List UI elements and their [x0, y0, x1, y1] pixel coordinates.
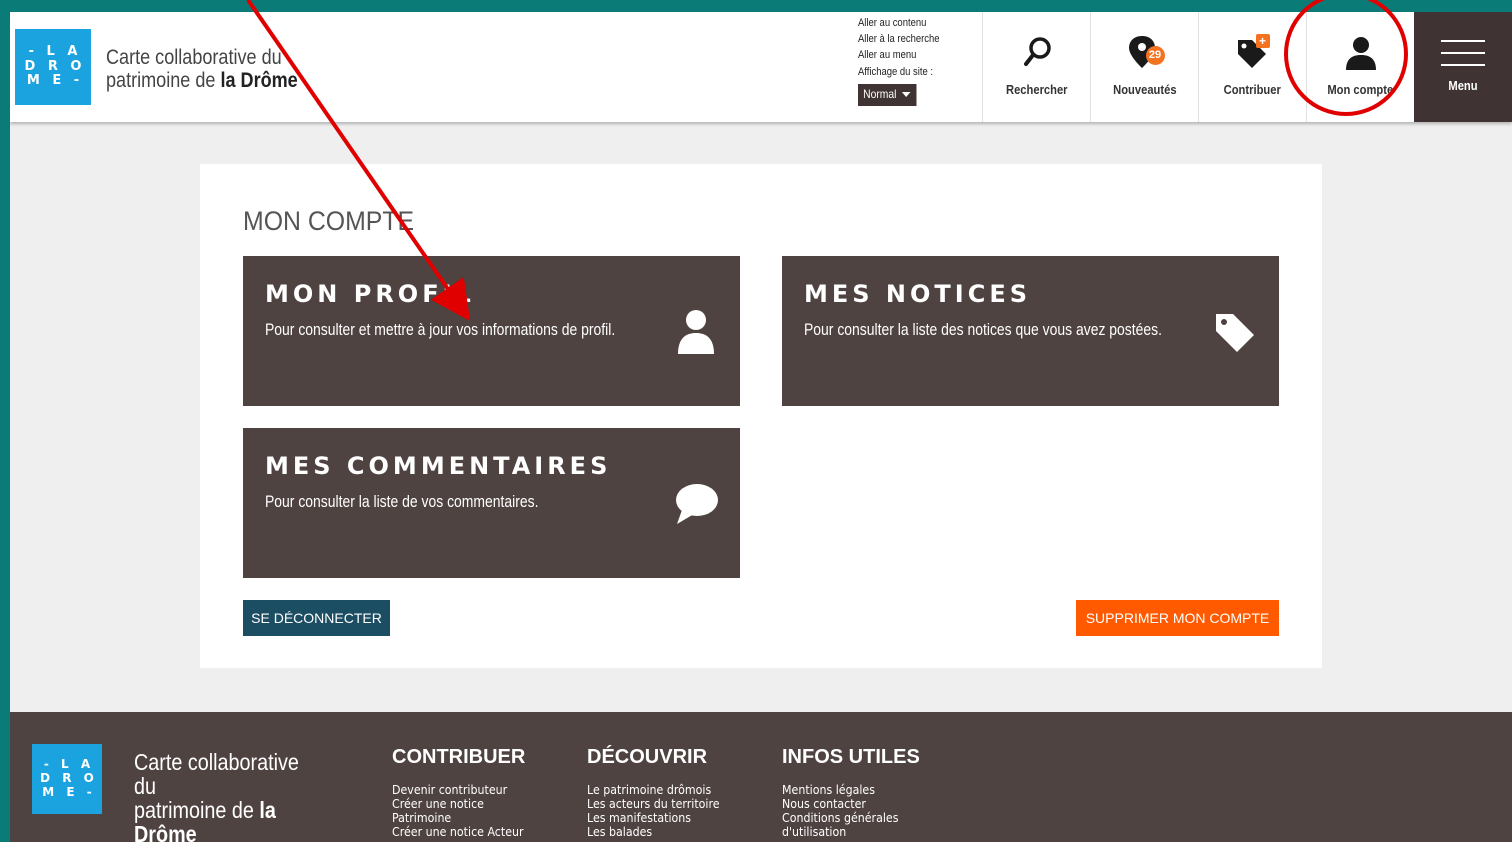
footer-link[interactable]: Les balades — [587, 825, 720, 839]
footer-logo[interactable]: - L A D R O M E - — [32, 744, 102, 814]
footer-link[interactable]: d'utilisation — [782, 825, 909, 839]
tile-description: Pour consulter la liste de vos commentai… — [265, 492, 539, 511]
logo-line: M E - — [26, 73, 84, 89]
site-logo[interactable]: - L A D R O M E - — [15, 29, 91, 105]
nav-account-label: Mon compte — [1327, 82, 1394, 97]
site-title-line1: Carte collaborative du — [106, 46, 282, 69]
footer-site-title: Carte collaborative du patrimoine de la … — [134, 750, 306, 842]
nav-contribute-button[interactable]: + Contribuer — [1198, 12, 1306, 122]
tile-my-profile[interactable]: MON PROFIL Pour consulter et mettre à jo… — [243, 256, 740, 406]
footer-column-heading: INFOS UTILES — [782, 746, 920, 768]
news-count-badge: 29 — [1145, 46, 1165, 65]
tile-title: MES NOTICES — [804, 280, 1031, 308]
footer-link[interactable]: Créer une notice Acteur — [392, 825, 524, 839]
display-mode-select[interactable]: Normal — [858, 84, 917, 106]
plus-icon: + — [1255, 34, 1270, 48]
nav-news-button[interactable]: 29 Nouveautés — [1090, 12, 1198, 122]
nav-menu-label: Menu — [1448, 78, 1478, 93]
footer-link[interactable]: Mentions légales — [782, 783, 909, 797]
tile-description: Pour consulter et mettre à jour vos info… — [265, 320, 616, 339]
logo-line: D R O — [40, 771, 98, 786]
caret-down-icon — [901, 92, 911, 98]
account-card: MON COMPTE MON PROFIL Pour consulter et … — [200, 164, 1322, 668]
delete-account-button[interactable]: SUPPRIMER MON COMPTE — [1076, 600, 1279, 636]
footer-column-contribute: CONTRIBUER Devenir contributeur Créer un… — [392, 746, 535, 839]
footer-title-prefix: patrimoine de — [134, 797, 260, 823]
skip-links: Aller au contenu Aller à la recherche Al… — [858, 16, 940, 108]
logo-line: - L A — [28, 43, 82, 59]
footer-column-info: INFOS UTILES Mentions légales Nous conta… — [782, 746, 920, 839]
nav-news-label: Nouveautés — [1112, 82, 1177, 97]
footer-title-line2: patrimoine de la — [134, 798, 306, 822]
site-footer: - L A D R O M E - Carte collaborative du… — [10, 712, 1512, 842]
display-mode-value: Normal — [863, 87, 897, 101]
nav-search-button[interactable]: Rechercher — [982, 12, 1090, 122]
footer-link[interactable]: Créer une notice — [392, 797, 524, 811]
footer-title-bold-line3: Drôme — [134, 821, 197, 842]
tile-title: MON PROFIL — [265, 280, 475, 308]
footer-link[interactable]: Les acteurs du territoire — [587, 797, 720, 811]
nav-contribute-label: Contribuer — [1223, 82, 1282, 97]
map-pin-icon: 29 — [1120, 34, 1170, 74]
footer-link[interactable]: Les manifestations — [587, 811, 720, 825]
tile-my-comments[interactable]: MES COMMENTAIRES Pour consulter la liste… — [243, 428, 740, 578]
footer-link[interactable]: Conditions générales — [782, 811, 909, 825]
user-icon — [1336, 34, 1386, 74]
page-viewport: - L A D R O M E - Carte collaborative du… — [10, 12, 1512, 842]
footer-column-heading: CONTRIBUER — [392, 746, 526, 768]
logo-line: - L A — [43, 757, 95, 772]
hamburger-icon — [1441, 40, 1485, 76]
footer-title-line1: Carte collaborative du — [134, 749, 299, 799]
site-title[interactable]: Carte collaborative du patrimoine de la … — [106, 46, 330, 92]
logout-button[interactable]: SE DÉCONNECTER — [243, 600, 390, 636]
display-mode-label: Affichage du site : — [858, 66, 934, 78]
nav-account-button[interactable]: Mon compte — [1306, 12, 1414, 122]
search-icon — [1012, 34, 1062, 74]
footer-title-line3: Drôme — [134, 822, 306, 842]
logo-line: D R O — [24, 58, 86, 74]
speech-bubble-icon — [674, 480, 718, 528]
logo-line: M E - — [42, 784, 96, 799]
site-title-prefix: patrimoine de — [106, 69, 221, 92]
footer-column-heading: DÉCOUVRIR — [587, 746, 708, 768]
page-title: MON COMPTE — [243, 206, 415, 236]
tile-description: Pour consulter la liste des notices que … — [804, 320, 1163, 339]
tag-add-icon: + — [1228, 34, 1278, 74]
site-title-line2: patrimoine de la Drôme — [106, 69, 330, 92]
skip-link-search[interactable]: Aller à la recherche — [858, 32, 940, 46]
skip-link-content[interactable]: Aller au contenu — [858, 16, 940, 30]
nav-search-label: Rechercher — [1005, 82, 1068, 97]
footer-link[interactable]: Nous contacter — [782, 797, 909, 811]
user-icon — [674, 308, 718, 356]
footer-link[interactable]: Patrimoine — [392, 811, 524, 825]
nav-menu-button[interactable]: Menu — [1414, 12, 1512, 122]
footer-title-bold: la — [259, 797, 276, 823]
tile-title: MES COMMENTAIRES — [265, 452, 612, 480]
site-title-bold: la Drôme — [220, 69, 298, 92]
footer-link[interactable]: Devenir contributeur — [392, 783, 524, 797]
footer-column-discover: DÉCOUVRIR Le patrimoine drômois Les acte… — [587, 746, 731, 839]
browser-frame: - L A D R O M E - Carte collaborative du… — [0, 0, 1512, 842]
footer-link[interactable]: Le patrimoine drômois — [587, 783, 720, 797]
skip-link-menu[interactable]: Aller au menu — [858, 48, 940, 62]
tile-my-notices[interactable]: MES NOTICES Pour consulter la liste des … — [782, 256, 1279, 406]
site-header: - L A D R O M E - Carte collaborative du… — [10, 12, 1512, 122]
tag-icon — [1213, 308, 1257, 356]
